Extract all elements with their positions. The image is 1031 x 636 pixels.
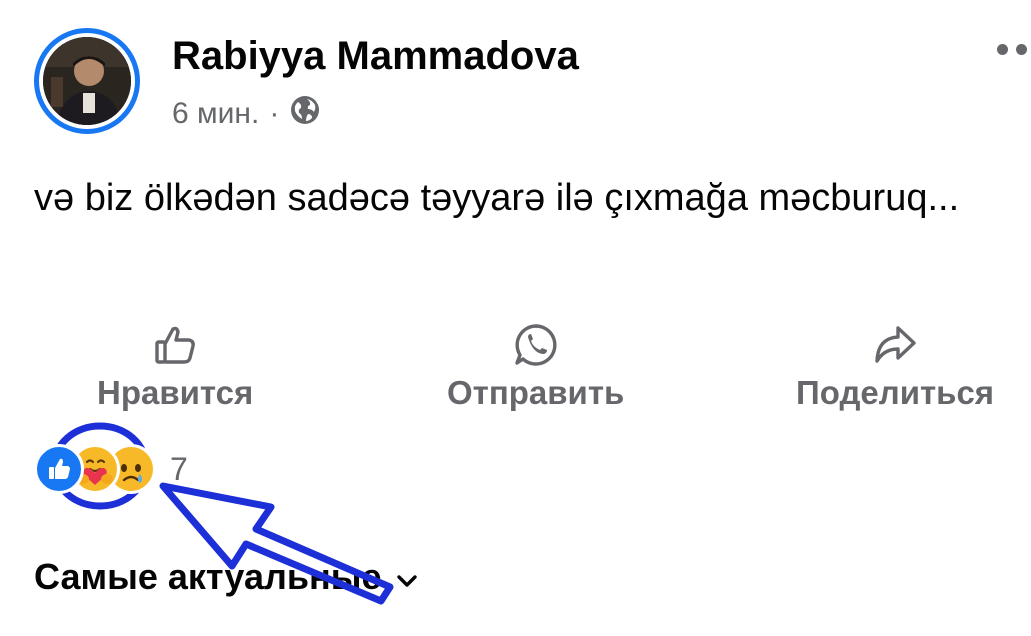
thumbs-up-icon — [153, 320, 197, 370]
send-button[interactable]: Отправить — [447, 320, 624, 412]
sort-label: Самые актуальные — [34, 556, 382, 597]
post-text: və biz ölkədən sadəcə təyyarə ilə çıxmağ… — [34, 177, 960, 219]
share-arrow-icon — [872, 320, 918, 370]
reaction-count[interactable]: 7 — [170, 451, 188, 488]
dot — [997, 44, 1008, 55]
comment-sort-dropdown[interactable]: Самые актуальные — [34, 556, 418, 598]
send-label: Отправить — [447, 374, 625, 411]
post-time[interactable]: 6 мин. — [172, 97, 259, 131]
reactions-summary[interactable]: 7 — [34, 444, 188, 494]
author-avatar-ring[interactable] — [34, 28, 140, 134]
like-label: Нравится — [97, 374, 254, 411]
annotation-overlay — [50, 422, 394, 605]
meta-separator: · — [269, 97, 280, 130]
globe-icon — [289, 94, 321, 134]
share-button[interactable]: Поделиться — [796, 320, 994, 412]
like-button[interactable]: Нравится — [97, 320, 253, 412]
share-label: Поделиться — [796, 374, 995, 411]
post-meta: 6 мин. · — [172, 94, 321, 134]
avatar-photo — [43, 37, 131, 125]
whatsapp-icon — [513, 320, 559, 370]
dot — [1016, 44, 1027, 55]
more-dots-icon[interactable] — [997, 44, 1027, 55]
chevron-down-icon — [396, 556, 418, 598]
avatar[interactable] — [43, 37, 131, 125]
action-bar: Нравится Отправить Поделиться — [0, 320, 1031, 420]
like-reaction-icon — [34, 444, 84, 494]
author-name[interactable]: Rabiyya Mammadova — [172, 34, 579, 79]
